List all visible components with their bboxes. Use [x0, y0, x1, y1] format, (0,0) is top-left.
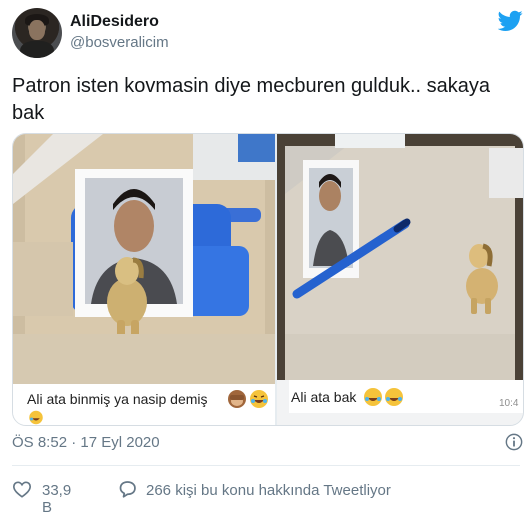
like-count[interactable]: 33,9 B: [42, 482, 71, 516]
photo-image: [277, 134, 523, 380]
media-photo-left[interactable]: Ali ata binmiş ya nasip demiş: [13, 134, 275, 425]
caption-text: Ali ata binmiş ya nasip demiş: [27, 391, 208, 407]
speech-bubble-icon[interactable]: [117, 479, 138, 499]
tweet-timestamp[interactable]: ÖS 8:52 · 17 Eyl 2020: [12, 434, 160, 451]
message-time: 10:4: [499, 398, 519, 409]
whatsapp-caption-left: Ali ata binmiş ya nasip demiş: [13, 384, 275, 425]
whatsapp-caption-right: Ali ata bak 10:4: [289, 380, 523, 413]
tweet-text: Patron isten kovmasin diye mecburen guld…: [12, 75, 491, 124]
avatar[interactable]: [12, 8, 62, 58]
info-icon[interactable]: [505, 433, 523, 451]
user-handle[interactable]: @bosveralicim: [70, 34, 169, 51]
caption-text: Ali ata bak: [291, 389, 357, 405]
rolling-laughing-icon: [29, 410, 43, 425]
rolling-laughing-icon: [250, 390, 268, 408]
tweet-media[interactable]: Ali ata binmiş ya nasip demiş Ali ata ba…: [12, 133, 524, 426]
photo-image: [13, 134, 275, 384]
twitter-bird-icon[interactable]: [498, 10, 523, 32]
heart-icon[interactable]: [12, 480, 32, 498]
divider: [12, 465, 520, 466]
conversation-link[interactable]: 266 kişi bu konu hakkında Tweetliyor: [146, 482, 391, 499]
see-no-evil-monkey-icon: [228, 390, 246, 408]
display-name[interactable]: AliDesidero: [70, 13, 159, 31]
media-photo-right[interactable]: Ali ata bak 10:4: [277, 134, 523, 425]
rolling-laughing-icon: [364, 388, 382, 406]
rolling-laughing-icon: [385, 388, 403, 406]
tweet-header: AliDesidero @bosveralicim: [12, 8, 524, 60]
